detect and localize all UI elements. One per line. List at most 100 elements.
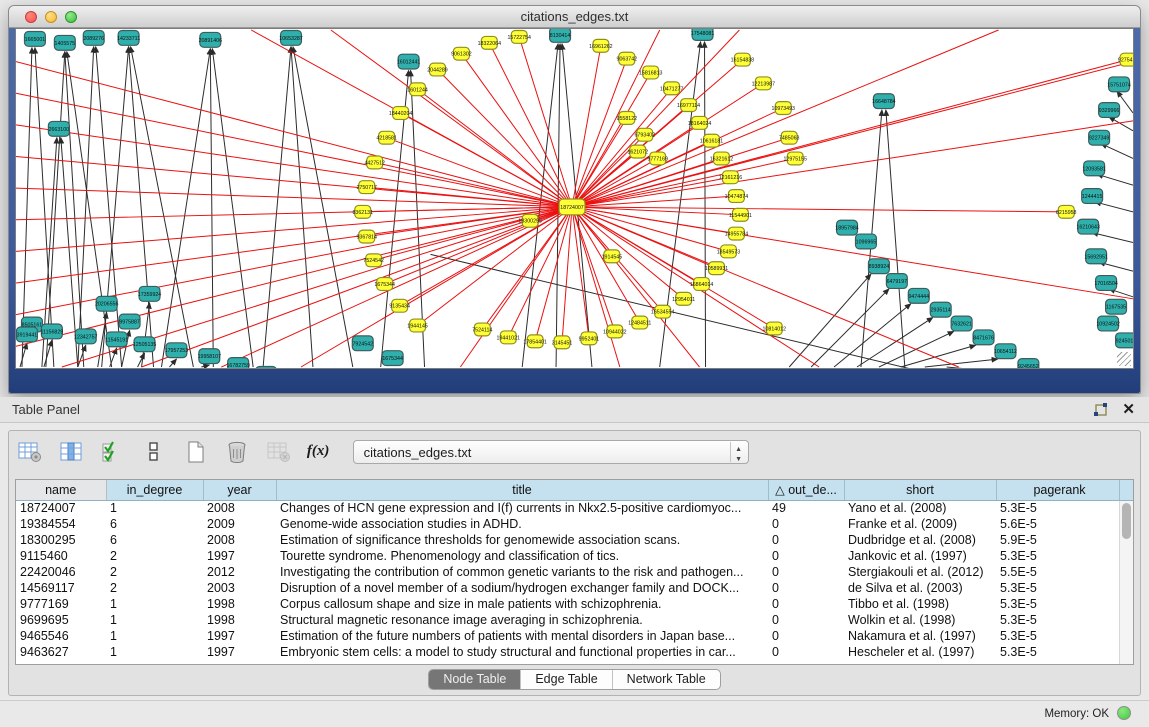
table-row[interactable]: 911546021997Tourette syndrome. Phenomeno… (16, 548, 1123, 564)
table-cell: 1997 (203, 644, 276, 660)
table-type-segmented-control: Node TableEdge TableNetwork Table (428, 669, 720, 690)
graph-node-label: 12484511 (628, 321, 651, 327)
graph-edge (535, 207, 572, 341)
table-cell: 9115460 (16, 548, 106, 564)
column-header-title[interactable]: title (276, 480, 768, 500)
table-cell: de Silva et al. (2003) (844, 580, 996, 596)
delete-column-icon[interactable] (222, 439, 252, 465)
graph-node-label: 2044289 (427, 68, 448, 74)
graph-edge (161, 49, 210, 367)
column-header-name[interactable]: name (16, 480, 106, 500)
graph-edge (572, 207, 589, 338)
table-cell: Tourette syndrome. Phenomenology and cla… (276, 548, 768, 564)
table-cell: 1998 (203, 596, 276, 612)
table-row[interactable]: 946362711997Embryonic stem cells: a mode… (16, 644, 1123, 660)
table-cell: Dudbridge et al. (2008) (844, 532, 996, 548)
function-builder-icon[interactable]: f(x) (305, 439, 331, 465)
memory-status-label: Memory: OK (1044, 708, 1109, 720)
graph-node-label: 16534554 (651, 310, 675, 316)
table-cell: 1997 (203, 548, 276, 564)
memory-status-icon[interactable] (1117, 706, 1131, 720)
graph-edge (16, 188, 572, 207)
close-panel-icon[interactable]: ✕ (1122, 400, 1135, 418)
graph-node-label: 2089276 (83, 36, 104, 42)
tab-node-table[interactable]: Node Table (429, 670, 521, 689)
graph-node-label: 12954011 (672, 297, 695, 303)
float-window-icon[interactable] (1093, 402, 1109, 418)
table-cell: 0 (768, 596, 844, 612)
graph-node-label: 15692951 (1084, 254, 1108, 260)
graph-edge (16, 156, 572, 206)
table-select-dropdown[interactable]: citations_edges.txt ▲▼ (353, 440, 749, 464)
table-cell: Franke et al. (2009) (844, 516, 996, 532)
table-row[interactable]: 1456911722003Disruption of a novel membe… (16, 580, 1123, 596)
graph-node-label: 15751074 (1107, 82, 1131, 88)
graph-node-label: 4427512 (364, 160, 385, 166)
table-row[interactable]: 1872400712008Changes of HCN gene express… (16, 500, 1123, 516)
tab-edge-table[interactable]: Edge Table (521, 670, 612, 689)
resize-grip[interactable] (1117, 352, 1131, 366)
graph-node-label: 12505135 (133, 342, 157, 348)
table-row[interactable]: 977716911998Corpus callosum shape and si… (16, 596, 1123, 612)
column-header-year[interactable]: year (203, 480, 276, 500)
graph-node-label: 9227349 (1089, 136, 1110, 142)
graph-node-label: 10944022 (603, 329, 627, 335)
scrollbar-thumb[interactable] (1122, 503, 1131, 539)
tab-network-table[interactable]: Network Table (613, 670, 720, 689)
column-visibility-icon[interactable] (56, 439, 86, 465)
table-cell: 2 (106, 564, 203, 580)
graph-node-label: 18322064 (478, 41, 502, 47)
table-row[interactable]: 946554611997Estimation of the future num… (16, 628, 1123, 644)
window-titlebar[interactable]: citations_edges.txt (9, 6, 1140, 28)
table-row[interactable]: 2242004622012Investigating the contribut… (16, 564, 1123, 580)
column-header-in_degree[interactable]: in_degree (106, 480, 203, 500)
graph-edge (20, 343, 27, 367)
graph-node-label: 7632621 (951, 322, 972, 328)
window-title: citations_edges.txt (9, 9, 1140, 24)
table-cell: 2 (106, 580, 203, 596)
graph-edge (1092, 233, 1133, 243)
graph-node-label: 9474444 (908, 294, 929, 300)
graph-edge (572, 108, 783, 207)
graph-node-label: 10654112 (994, 349, 1017, 355)
table-cell: 9699695 (16, 612, 106, 628)
new-column-icon[interactable] (181, 439, 211, 465)
graph-node-label: 1167535 (1106, 305, 1126, 311)
table-cell: 1 (106, 644, 203, 660)
graph-node-label: 8215958 (1056, 210, 1077, 216)
graph-node-label: 10616181 (700, 139, 724, 145)
table-cell: Genome-wide association studies in ADHD. (276, 516, 768, 532)
graph-node-label: 10653287 (279, 36, 303, 42)
graph-node-label: 9245012 (1116, 338, 1133, 344)
graph-node-label: 8130414 (550, 33, 571, 39)
column-header-pagerank[interactable]: pagerank (996, 480, 1123, 500)
table-cell: Stergiakouli et al. (2012) (844, 564, 996, 580)
graph-node-label: 9275411 (1118, 58, 1133, 64)
graph-edge (572, 83, 763, 207)
table-header-corner (1119, 480, 1133, 501)
graph-node-label: 9558122 (617, 116, 638, 122)
table-cell: 5.3E-5 (996, 612, 1123, 628)
select-all-icon[interactable] (98, 439, 128, 465)
graph-edge (886, 110, 905, 367)
table-cell: 1 (106, 612, 203, 628)
table-cell: 2008 (203, 532, 276, 548)
graph-node-label: 9061302 (451, 52, 472, 58)
row-mode-icon[interactable] (139, 439, 169, 465)
table-row[interactable]: 1938455462009Genome-wide association stu… (16, 516, 1123, 532)
table-row[interactable]: 969969511998Structural magnetic resonanc… (16, 612, 1123, 628)
graph-node-label: 11544901 (729, 213, 752, 219)
graph-node-label: 16210643 (1076, 225, 1100, 231)
column-header-out_de[interactable]: △ out_de... (768, 480, 844, 500)
desktop: citations_edges.txt 18300295160124418440… (0, 0, 1149, 727)
table-row[interactable]: 1830029562008Estimation of significance … (16, 532, 1123, 548)
table-select-value: citations_edges.txt (364, 445, 472, 460)
network-canvas[interactable]: 1830029516012441844020442185814427512275… (16, 29, 1133, 368)
graph-node[interactable] (256, 367, 277, 368)
vertical-scrollbar[interactable] (1119, 501, 1133, 664)
graph-node-label: 10924502 (1096, 322, 1120, 328)
table-options-icon[interactable] (15, 439, 45, 465)
column-header-short[interactable]: short (844, 480, 996, 500)
graph-node-label: 8471676 (973, 335, 994, 341)
graph-node-label: 1675344 (374, 282, 395, 288)
